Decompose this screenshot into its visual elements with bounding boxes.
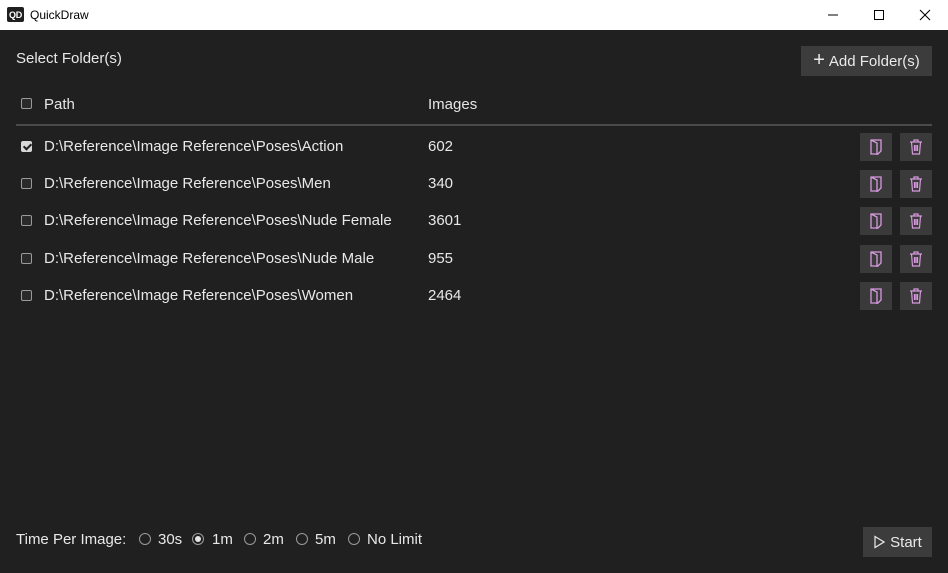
radio-label-5m: 5m: [315, 531, 336, 548]
radio-label-2m: 2m: [263, 531, 284, 548]
window-title: QuickDraw: [30, 8, 89, 22]
start-label: Start: [890, 533, 922, 551]
radio-no-limit[interactable]: [348, 533, 360, 545]
row-path: D:\Reference\Image Reference\Poses\Women: [44, 287, 354, 304]
open-folder-icon: [870, 251, 882, 267]
play-icon: [874, 535, 886, 549]
open-folder-button[interactable]: [860, 207, 892, 235]
open-folder-icon: [870, 139, 882, 155]
open-folder-button[interactable]: [860, 282, 892, 310]
plus-icon: +: [813, 49, 825, 71]
minimize-icon: [828, 14, 838, 16]
table-row: D:\Reference\Image Reference\Poses\Men 3…: [0, 165, 948, 202]
app-icon: QD: [7, 7, 24, 22]
minimize-button[interactable]: [810, 0, 856, 30]
maximize-button[interactable]: [856, 0, 902, 30]
trash-icon: [910, 213, 922, 229]
delete-folder-button[interactable]: [900, 133, 932, 161]
radio-label-no-limit: No Limit: [367, 531, 423, 548]
open-folder-icon: [870, 213, 882, 229]
row-path: D:\Reference\Image Reference\Poses\Actio…: [44, 138, 344, 155]
radio-label-30s: 30s: [158, 531, 183, 548]
trash-icon: [910, 139, 922, 155]
open-folder-icon: [870, 288, 882, 304]
row-path: D:\Reference\Image Reference\Poses\Nude …: [44, 212, 392, 229]
delete-folder-button[interactable]: [900, 245, 932, 273]
trash-icon: [910, 251, 922, 267]
radio-2m[interactable]: [244, 533, 256, 545]
radio-30s[interactable]: [139, 533, 151, 545]
column-header-path: Path: [44, 96, 75, 113]
delete-folder-button[interactable]: [900, 282, 932, 310]
radio-1m[interactable]: [192, 533, 204, 545]
row-checkbox[interactable]: [21, 178, 32, 189]
delete-folder-button[interactable]: [900, 207, 932, 235]
row-checkbox[interactable]: [21, 215, 32, 226]
row-image-count: 3601: [428, 212, 462, 229]
start-button[interactable]: Start: [863, 527, 932, 557]
trash-icon: [910, 176, 922, 192]
close-icon: [919, 9, 931, 21]
row-image-count: 955: [428, 250, 454, 267]
delete-folder-button[interactable]: [900, 170, 932, 198]
add-folder-label: Add Folder(s): [828, 52, 920, 70]
row-image-count: 340: [428, 175, 454, 192]
table-row: D:\Reference\Image Reference\Poses\Actio…: [0, 128, 948, 165]
radio-label-1m: 1m: [212, 531, 233, 548]
row-checkbox[interactable]: [21, 141, 32, 152]
title-bar: QD QuickDraw: [0, 0, 948, 30]
select-folders-label: Select Folder(s): [16, 50, 122, 67]
maximize-icon: [874, 10, 884, 20]
row-image-count: 602: [428, 138, 454, 155]
row-image-count: 2464: [428, 287, 462, 304]
open-folder-button[interactable]: [860, 245, 892, 273]
row-path: D:\Reference\Image Reference\Poses\Nude …: [44, 250, 375, 267]
open-folder-button[interactable]: [860, 170, 892, 198]
row-path: D:\Reference\Image Reference\Poses\Men: [44, 175, 331, 192]
close-button[interactable]: [902, 0, 948, 30]
open-folder-icon: [870, 176, 882, 192]
select-all-checkbox[interactable]: [21, 98, 32, 109]
table-row: D:\Reference\Image Reference\Poses\Women…: [0, 277, 948, 314]
row-checkbox[interactable]: [21, 290, 32, 301]
trash-icon: [910, 288, 922, 304]
header-divider: [16, 124, 932, 126]
add-folder-button[interactable]: + Add Folder(s): [801, 46, 932, 76]
radio-5m[interactable]: [296, 533, 308, 545]
time-per-image-label: Time Per Image:: [16, 531, 127, 548]
table-row: D:\Reference\Image Reference\Poses\Nude …: [0, 202, 948, 239]
column-header-images: Images: [428, 96, 478, 113]
table-row: D:\Reference\Image Reference\Poses\Nude …: [0, 240, 948, 277]
open-folder-button[interactable]: [860, 133, 892, 161]
row-checkbox[interactable]: [21, 253, 32, 264]
